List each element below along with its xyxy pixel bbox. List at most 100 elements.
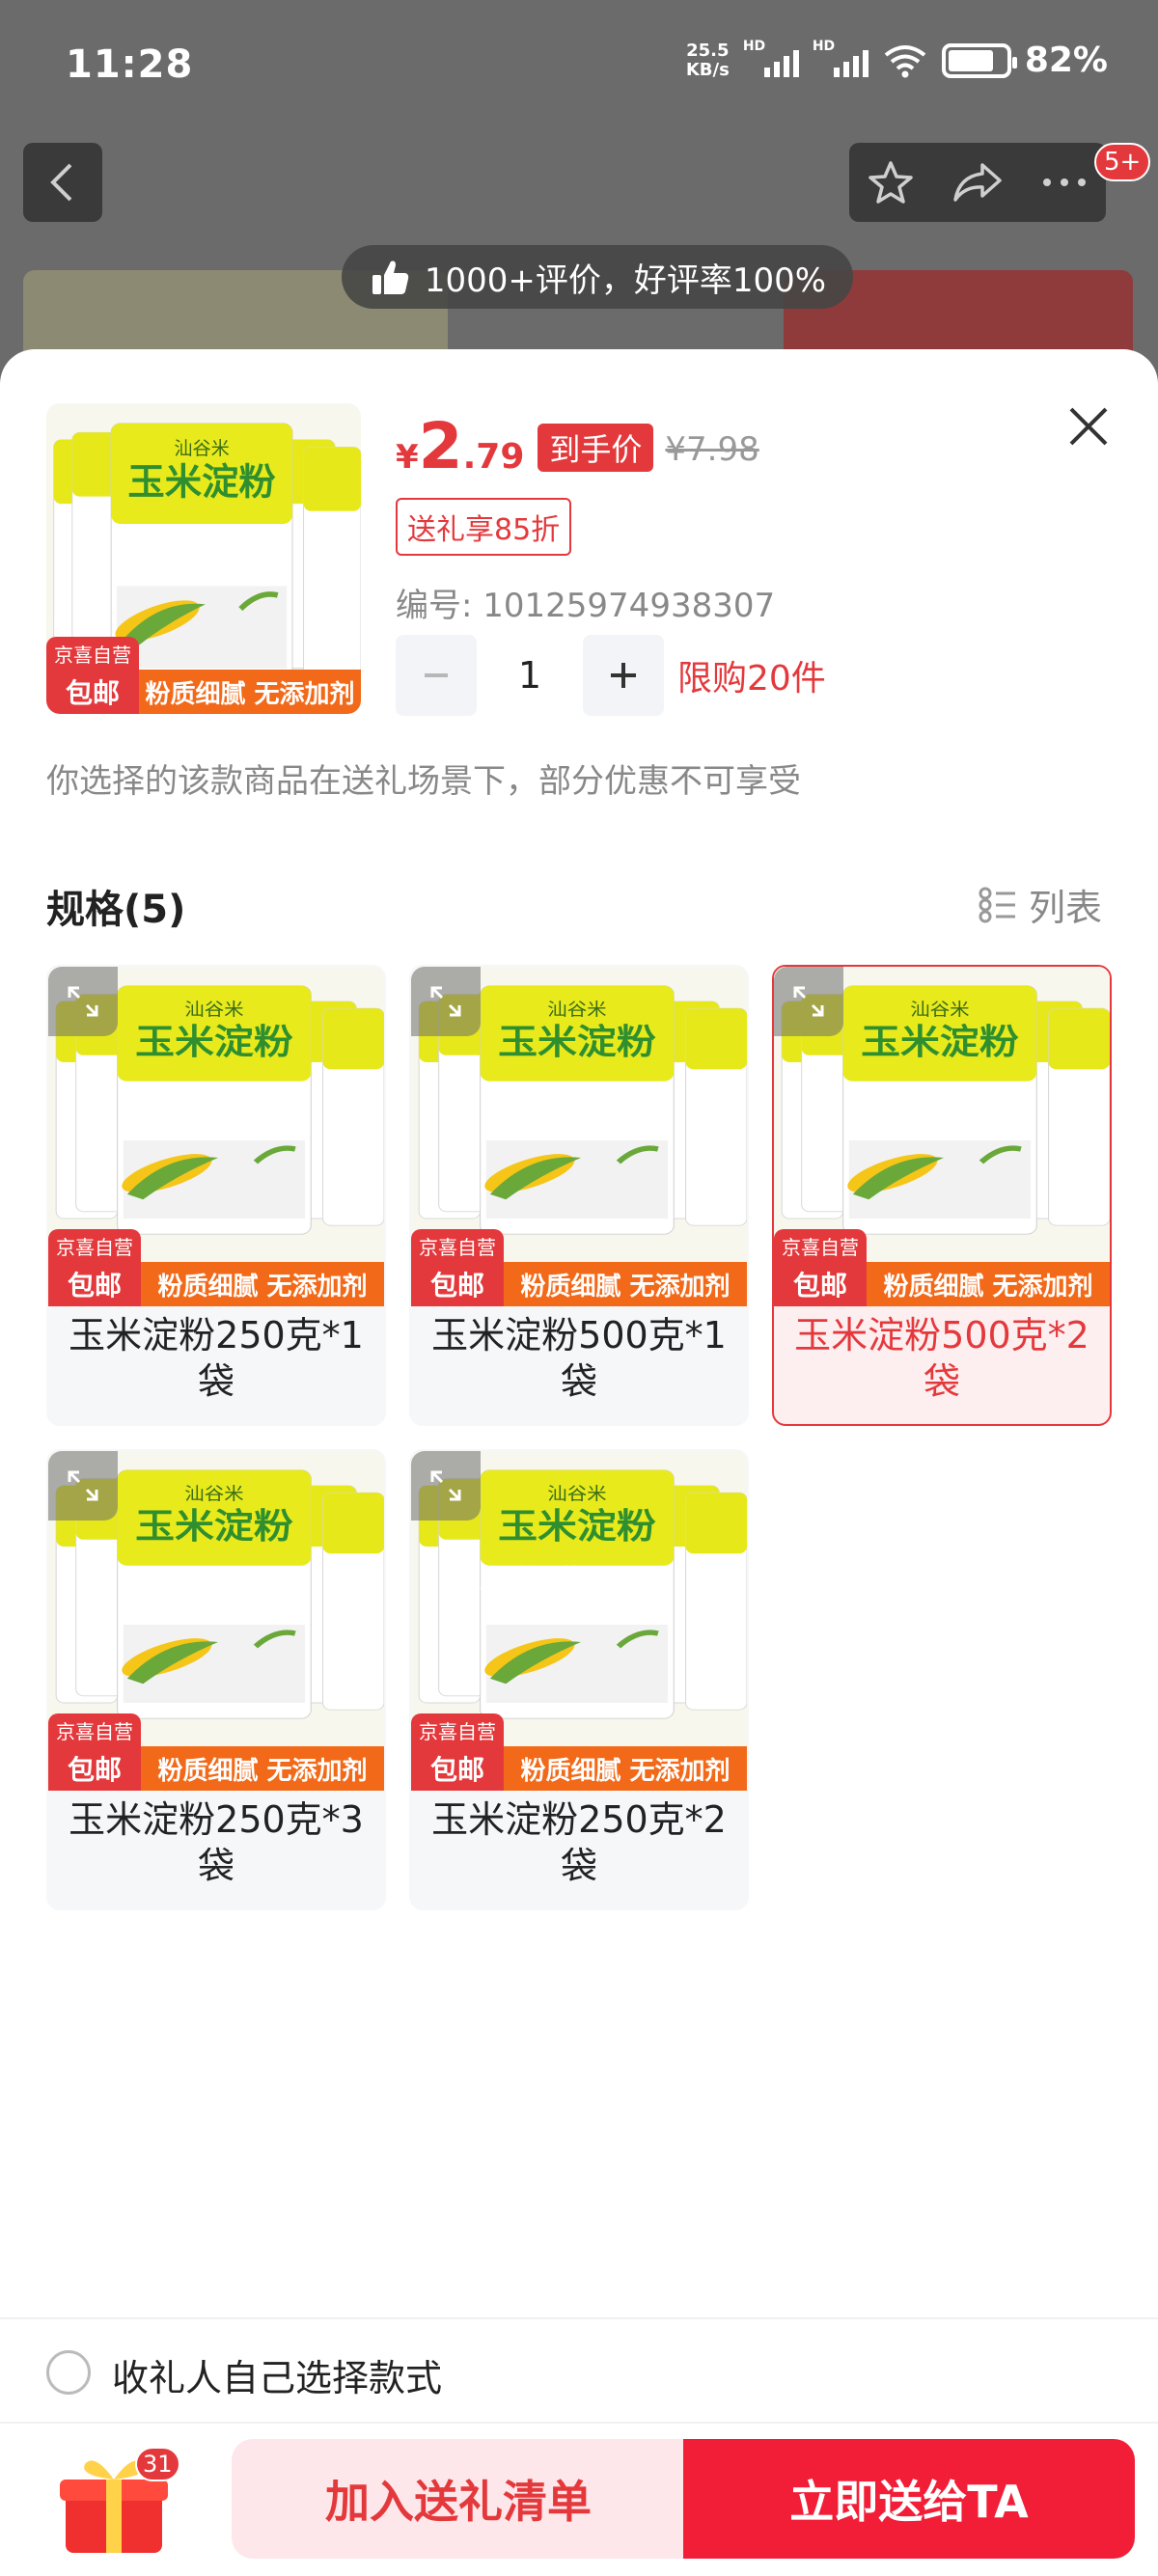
package-brand: 汕谷米 (174, 438, 229, 459)
close-icon[interactable] (1060, 397, 1117, 455)
spec-option[interactable]: 汕谷米 玉米淀粉 京喜自营 包邮 粉质细腻 无添加剂 玉米淀粉250克*1袋 (46, 965, 386, 1426)
signal-icon: HD (813, 39, 868, 77)
self-run-badge: 京喜自营 (46, 637, 139, 670)
package-brand: 汕谷米 (547, 1484, 606, 1504)
review-text: 1000+评价，好评率100% (424, 260, 827, 300)
hd-label: HD (812, 38, 836, 54)
quantity-value[interactable]: 1 (477, 654, 583, 697)
decrease-button[interactable] (396, 635, 477, 716)
package-brand: 汕谷米 (184, 1000, 243, 1020)
spec-option[interactable]: 汕谷米 玉米淀粉 京喜自营 包邮 粉质细腻 无添加剂 玉米淀粉250克*2袋 (409, 1449, 749, 1910)
spec-option[interactable]: 汕谷米 玉米淀粉 京喜自营 包邮 粉质细腻 无添加剂 玉米淀粉500克*2袋 (772, 965, 1112, 1426)
list-view-toggle[interactable]: 列表 (979, 878, 1102, 931)
price-integer: 2 (418, 409, 463, 483)
product-thumbnail[interactable]: 汕谷米 玉米淀粉 京喜自营 包邮 粉质细腻 无添加剂 (46, 403, 361, 714)
package-brand: 汕谷米 (910, 1000, 969, 1020)
free-shipping-badge: 包邮 (411, 1746, 504, 1791)
battery-icon (941, 42, 1017, 78)
expand-icon[interactable] (774, 967, 843, 1036)
promo-badges: 京喜自营 包邮 粉质细腻 无添加剂 (411, 1713, 747, 1791)
nav-actions (849, 143, 1106, 222)
plus-icon (611, 663, 636, 688)
promo-badges: 京喜自营 包邮 粉质细腻 无添加剂 (48, 1229, 384, 1306)
receiver-radio[interactable] (46, 2350, 91, 2395)
more-icon[interactable] (1041, 177, 1088, 188)
minus-icon (425, 673, 448, 677)
spec-option-label: 玉米淀粉250克*3袋 (69, 1798, 364, 1887)
signal-icon: HD (743, 39, 799, 77)
free-shipping-badge: 包邮 (48, 1746, 141, 1791)
package-title: 玉米淀粉 (861, 1022, 1019, 1062)
receiver-choice-label: 收礼人自己选择款式 (112, 2357, 443, 2399)
hd-label: HD (742, 38, 766, 54)
package-title: 玉米淀粉 (135, 1022, 293, 1062)
package-title: 玉米淀粉 (498, 1022, 656, 1062)
increase-button[interactable] (583, 635, 664, 716)
expand-icon[interactable] (48, 967, 118, 1036)
price-decimal: .79 (462, 437, 525, 477)
spec-title: 规格(5) (46, 888, 186, 932)
spec-option[interactable]: 汕谷米 玉米淀粉 京喜自营 包邮 粉质细腻 无添加剂 玉米淀粉500克*1袋 (409, 965, 749, 1426)
currency-symbol: ¥ (396, 438, 419, 477)
free-shipping-badge: 包邮 (46, 670, 139, 714)
send-now-button[interactable]: 立即送给TA (683, 2439, 1135, 2559)
quantity-stepper: 1 限购20件 (396, 635, 826, 716)
self-run-badge: 京喜自营 (411, 1713, 504, 1746)
spec-option-label: 玉米淀粉500克*1袋 (431, 1314, 727, 1403)
chevron-left-icon (50, 163, 72, 202)
add-to-gift-list-button[interactable]: 加入送礼清单 (232, 2439, 685, 2559)
back-button[interactable] (23, 143, 102, 222)
expand-icon[interactable] (411, 967, 481, 1036)
spec-option-image: 汕谷米 玉米淀粉 京喜自营 包邮 粉质细腻 无添加剂 (411, 967, 747, 1306)
spec-option-label: 玉米淀粉250克*1袋 (69, 1314, 364, 1403)
status-indicators: 25.5 KB/s HD HD 82% (686, 39, 1108, 81)
self-run-badge: 京喜自营 (411, 1229, 504, 1262)
free-shipping-badge: 包邮 (48, 1262, 141, 1306)
purchase-limit: 限购20件 (677, 659, 826, 699)
bottom-action-bar: 31 加入送礼清单 立即送给TA (0, 2424, 1158, 2576)
battery-percent: 82% (1024, 41, 1108, 80)
free-shipping-badge: 包邮 (411, 1262, 504, 1306)
thumbs-up-icon (372, 260, 409, 294)
list-view-label: 列表 (1029, 887, 1103, 929)
spec-option-image: 汕谷米 玉米淀粉 京喜自营 包邮 粉质细腻 无添加剂 (411, 1451, 747, 1791)
share-icon[interactable] (951, 161, 1004, 204)
spec-option-label: 玉米淀粉250克*2袋 (431, 1798, 727, 1887)
sku-number: 编号: 10125974938307 (396, 587, 776, 625)
self-run-badge: 京喜自营 (774, 1229, 867, 1262)
network-speed-unit: KB/s (685, 59, 730, 80)
gift-discount-badge: 送礼享85折 (396, 498, 572, 556)
receiver-choice-row[interactable]: 收礼人自己选择款式 (0, 2317, 1158, 2424)
feature-strip: 粉质细腻 无添加剂 (867, 1262, 1110, 1306)
network-speed-value: 25.5 (686, 40, 730, 61)
spec-option-label: 玉米淀粉500克*2袋 (794, 1314, 1089, 1403)
package-title: 玉米淀粉 (498, 1506, 656, 1547)
spec-option-image: 汕谷米 玉米淀粉 京喜自营 包邮 粉质细腻 无添加剂 (48, 967, 384, 1306)
spec-option[interactable]: 汕谷米 玉米淀粉 京喜自营 包邮 粉质细腻 无添加剂 玉米淀粉250克*3袋 (46, 1449, 386, 1910)
feature-strip: 粉质细腻 无添加剂 (141, 1262, 384, 1306)
feature-strip: 粉质细腻 无添加剂 (504, 1262, 747, 1306)
feature-strip: 粉质细腻 无添加剂 (504, 1746, 747, 1791)
star-icon[interactable] (868, 159, 914, 206)
package-title: 玉米淀粉 (127, 461, 275, 504)
watermark: 小熊猫C (479, 1564, 608, 1603)
package-brand: 汕谷米 (547, 1000, 606, 1020)
promo-badges: 京喜自营 包邮 粉质细腻 无添加剂 (48, 1713, 384, 1791)
spec-option-image: 汕谷米 玉米淀粉 京喜自营 包邮 粉质细腻 无添加剂 (774, 967, 1110, 1306)
package-title: 玉米淀粉 (135, 1506, 293, 1547)
self-run-badge: 京喜自营 (48, 1713, 141, 1746)
list-icon (979, 887, 1015, 922)
status-bar: 11:28 25.5 KB/s HD HD 82% (0, 0, 1158, 125)
gift-spec-sheet: 汕谷米 玉米淀粉 京喜自营 包邮 粉质细腻 无添加剂 ¥ 2 .79 到手价 ¥7… (0, 349, 1158, 2576)
more-badge: 5+ (1094, 143, 1151, 181)
feature-strip: 粉质细腻 无添加剂 (141, 1746, 384, 1791)
network-speed: 25.5 KB/s (686, 41, 730, 80)
spec-option-image: 汕谷米 玉米淀粉 京喜自营 包邮 粉质细腻 无添加剂 (48, 1451, 384, 1791)
feature-strip: 粉质细腻 无添加剂 (139, 670, 361, 714)
expand-icon[interactable] (48, 1451, 118, 1521)
status-time: 11:28 (66, 42, 194, 87)
promo-badges: 京喜自营 包邮 粉质细腻 无添加剂 (46, 637, 361, 714)
expand-icon[interactable] (411, 1451, 481, 1521)
price-row: ¥ 2 .79 到手价 ¥7.98 (396, 415, 759, 480)
promo-badges: 京喜自营 包邮 粉质细腻 无添加剂 (411, 1229, 747, 1306)
